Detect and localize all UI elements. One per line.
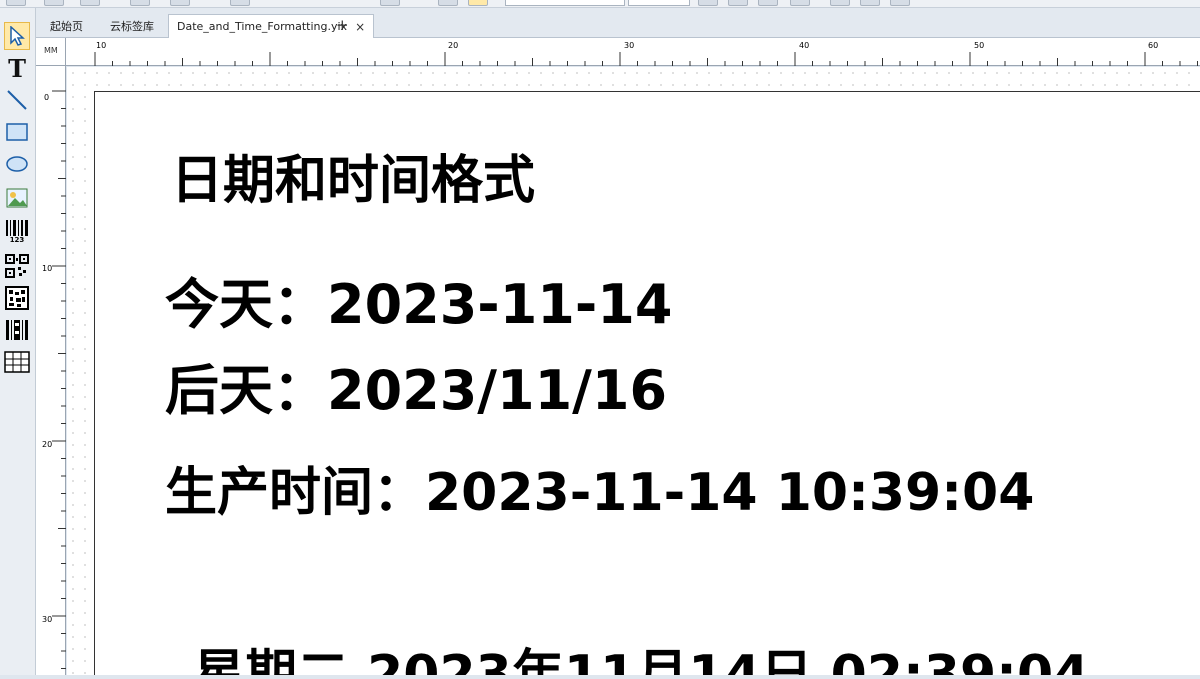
- ruler-label: 0: [44, 93, 50, 102]
- toolbar-button[interactable]: [380, 0, 400, 6]
- tab-label: 起始页: [50, 20, 83, 33]
- ruler-label: 20: [448, 41, 459, 50]
- main-toolbar: [0, 0, 1200, 8]
- production-time-text[interactable]: 生产时间：2023-11-14 10:39:04: [165, 450, 1034, 525]
- toolbar-button[interactable]: [6, 0, 26, 6]
- ellipse-icon: [6, 156, 28, 172]
- ruler-label: 60: [1148, 41, 1159, 50]
- label-title-text[interactable]: 日期和时间格式: [171, 138, 535, 213]
- ruler-label: 40: [799, 41, 810, 50]
- image-tool[interactable]: [4, 184, 30, 212]
- vertical-ruler-ticks: [52, 90, 66, 669]
- toolbar-button[interactable]: [830, 0, 850, 6]
- toolbar-button[interactable]: [890, 0, 910, 6]
- toolbar-button[interactable]: [438, 0, 458, 6]
- ruler-label: 30: [42, 615, 53, 624]
- rectangle-tool[interactable]: [4, 118, 30, 146]
- tab-label: 云标签库: [110, 20, 154, 33]
- tab-label: Date_and_Time_Formatting.yix: [177, 20, 348, 33]
- horizontal-ruler: 10 20 30 40 50 60: [66, 38, 1200, 66]
- font-family-field[interactable]: [505, 0, 625, 6]
- toolbar-button[interactable]: [170, 0, 190, 6]
- datamatrix-icon: [5, 286, 29, 310]
- ruler-label: 10: [96, 41, 107, 50]
- text-icon: T: [8, 53, 26, 83]
- line-tool[interactable]: [4, 86, 30, 114]
- close-icon[interactable]: ×: [355, 20, 365, 34]
- line-icon: [7, 90, 27, 110]
- ruler-label: 20: [42, 440, 53, 449]
- tab-start-page[interactable]: 起始页: [42, 14, 91, 38]
- qrcode-icon: [5, 254, 29, 278]
- table-tool[interactable]: [4, 348, 30, 376]
- ruler-label: 30: [624, 41, 635, 50]
- rectangle-icon: [6, 123, 28, 141]
- table-icon: [4, 351, 30, 373]
- image-icon: [6, 188, 28, 208]
- ruler-label: 50: [974, 41, 985, 50]
- datamatrix-tool[interactable]: [4, 284, 30, 312]
- toolbar-button[interactable]: [44, 0, 64, 6]
- tool-palette: T 123: [0, 8, 36, 675]
- today-date-text[interactable]: 今天：2023-11-14: [165, 260, 672, 339]
- toolbar-button[interactable]: [790, 0, 810, 6]
- document-tabs: 起始页 云标签库 Date_and_Time_Formatting.yix × …: [36, 8, 1200, 38]
- weekday-datetime-text[interactable]: 星期二 2023年11月14日 02:39:04: [193, 632, 1089, 675]
- add-tab-icon[interactable]: +: [336, 16, 349, 34]
- font-size-field[interactable]: [628, 0, 690, 6]
- barcode-icon: [6, 220, 28, 236]
- pdf417-tool[interactable]: [4, 316, 30, 344]
- toolbar-button[interactable]: [728, 0, 748, 6]
- toolbar-button[interactable]: [468, 0, 488, 6]
- toolbar-button[interactable]: [758, 0, 778, 6]
- toolbar-button[interactable]: [80, 0, 100, 6]
- toolbar-button[interactable]: [130, 0, 150, 6]
- ruler-label: 10: [42, 264, 53, 273]
- label-page[interactable]: 日期和时间格式 今天：2023-11-14 后天：2023/11/16 生产时间…: [94, 91, 1200, 675]
- day-after-tomorrow-text[interactable]: 后天：2023/11/16: [165, 346, 667, 425]
- barcode-tool[interactable]: 123: [4, 218, 30, 246]
- toolbar-button[interactable]: [230, 0, 250, 6]
- vertical-ruler: 0 10 20 30: [36, 66, 66, 675]
- select-tool[interactable]: [4, 22, 30, 50]
- ruler-unit: MM: [36, 38, 66, 66]
- qrcode-tool[interactable]: [4, 252, 30, 280]
- arrow-cursor-icon: [10, 26, 25, 46]
- text-tool[interactable]: T: [4, 53, 30, 83]
- barcode-caption: 123: [9, 236, 25, 244]
- pdf417-icon: [6, 320, 28, 340]
- ellipse-tool[interactable]: [4, 150, 30, 178]
- toolbar-button[interactable]: [860, 0, 880, 6]
- toolbar-button[interactable]: [698, 0, 718, 6]
- tab-cloud-library[interactable]: 云标签库: [102, 14, 162, 38]
